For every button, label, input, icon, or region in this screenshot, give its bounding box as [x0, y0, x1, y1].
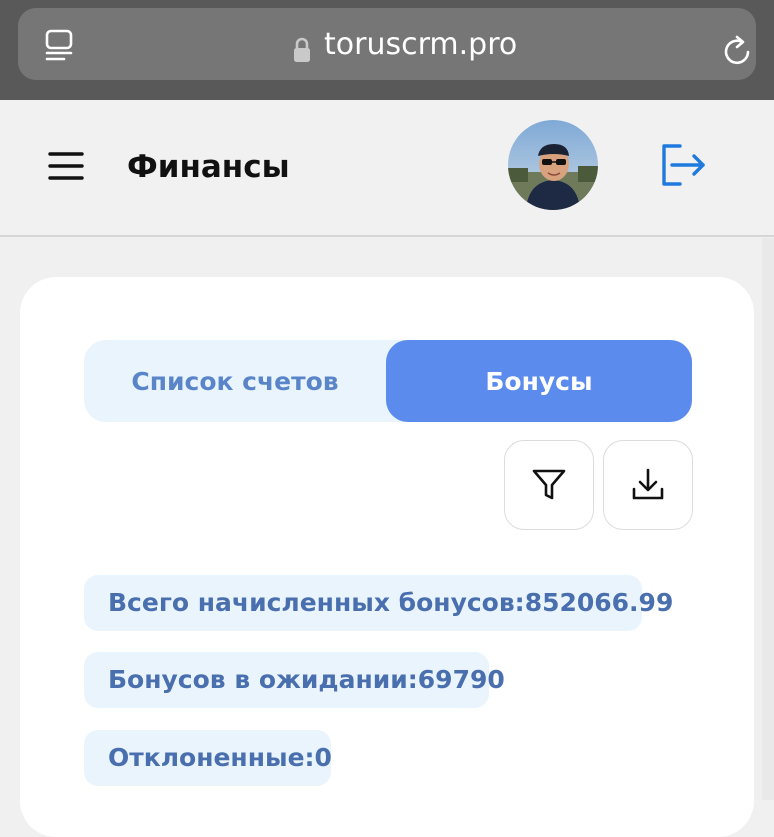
tabs-icon[interactable]	[44, 28, 76, 62]
stat-total-label: Всего начисленных бонусов:	[108, 588, 525, 617]
app-header: Финансы	[0, 100, 774, 237]
menu-icon[interactable]	[48, 151, 84, 181]
scrollbar[interactable]	[762, 238, 774, 800]
tab-invoices-list[interactable]: Список счетов	[84, 340, 386, 422]
page-title: Финансы	[127, 149, 290, 185]
filter-icon	[532, 469, 566, 500]
stat-pending-label: Бонусов в ожидании:	[108, 665, 418, 694]
tab-bonuses[interactable]: Бонусы	[386, 340, 692, 422]
browser-toolbar: toruscrm.pro	[0, 0, 774, 100]
logout-icon[interactable]	[658, 140, 708, 190]
stat-rejected-bonuses: Отклоненные:0	[84, 730, 332, 786]
lock-icon	[294, 37, 310, 62]
tab-switcher: Список счетов Бонусы	[84, 340, 692, 422]
download-button[interactable]	[603, 440, 693, 530]
download-icon	[632, 468, 664, 500]
stat-rejected-value: 0	[314, 743, 332, 772]
stat-total-bonuses: Всего начисленных бонусов:852066.99	[84, 575, 673, 631]
avatar[interactable]	[508, 120, 598, 210]
address-bar[interactable]: toruscrm.pro	[18, 8, 756, 80]
url-text[interactable]: toruscrm.pro	[324, 28, 517, 62]
stat-pending-bonuses: Бонусов в ожидании:69790	[84, 652, 505, 708]
stat-pending-value: 69790	[417, 665, 505, 694]
stat-rejected-label: Отклоненные:	[108, 743, 315, 772]
reload-icon[interactable]	[722, 34, 754, 68]
stat-total-value: 852066.99	[524, 588, 674, 617]
filter-button[interactable]	[504, 440, 594, 530]
